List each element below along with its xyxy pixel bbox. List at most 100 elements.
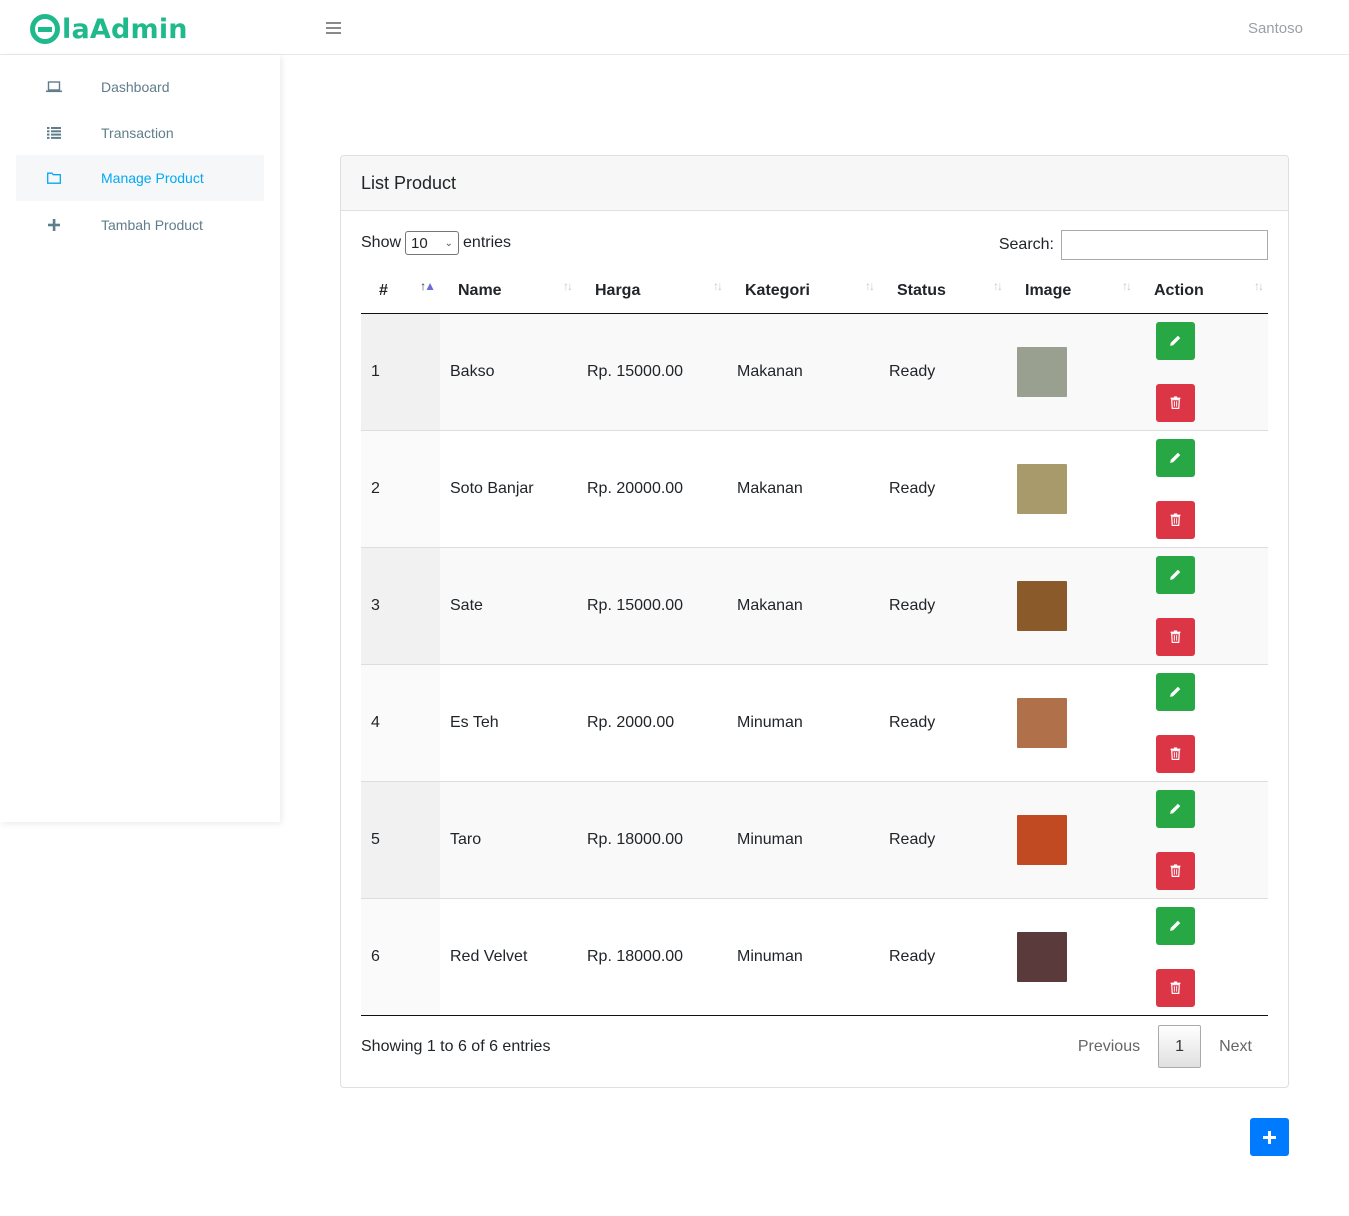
page-length-select[interactable]: 10 ⌄ — [405, 231, 460, 255]
delete-button[interactable] — [1156, 500, 1195, 539]
laptop-icon — [46, 80, 62, 94]
trash-icon — [1169, 981, 1182, 994]
product-table: # ↑▲ Name ↑↓ Harga ↑↓ Kategori ↑↓ Status ↑↓ I… — [361, 269, 1268, 1016]
column-header-kategori[interactable]: Kategori ↑↓ — [727, 269, 879, 314]
sidebar-item-tambah-product[interactable]: Tambah Product — [16, 202, 264, 248]
column-header-harga[interactable]: Harga ↑↓ — [577, 269, 727, 314]
column-header-number[interactable]: # ↑▲ — [361, 269, 440, 314]
product-status: Ready — [879, 781, 1007, 898]
table-row: 3 Sate Rp. 15000.00 Makanan Ready — [361, 547, 1268, 664]
show-label: Show — [361, 234, 402, 251]
product-category: Makanan — [727, 313, 879, 430]
ela-admin-logo[interactable]: laAdmin — [30, 12, 188, 46]
product-price: Rp. 15000.00 — [577, 313, 727, 430]
product-image — [1017, 697, 1067, 748]
list-icon — [46, 126, 62, 140]
logo-suffix: Admin — [89, 13, 188, 45]
sort-icon: ↑↓ — [1254, 279, 1264, 293]
product-image — [1017, 931, 1067, 982]
sidebar: Dashboard Transaction Manage Product Tam… — [0, 55, 280, 822]
previous-page-button[interactable]: Previous — [1062, 1038, 1156, 1056]
user-name[interactable]: Santoso — [1248, 20, 1303, 37]
product-image — [1017, 463, 1067, 514]
column-header-image[interactable]: Image ↑↓ — [1007, 269, 1136, 314]
trash-icon — [1169, 513, 1182, 526]
sidebar-item-manage-product[interactable]: Manage Product — [16, 155, 264, 201]
delete-button[interactable] — [1156, 383, 1195, 422]
row-number: 6 — [361, 898, 440, 1015]
sidebar-item-label: Dashboard — [101, 79, 170, 95]
product-image — [1017, 580, 1067, 631]
edit-button[interactable] — [1156, 321, 1195, 360]
sidebar-item-label: Tambah Product — [101, 217, 203, 233]
logo-prefix: la — [62, 13, 90, 45]
pencil-icon — [1169, 568, 1182, 581]
product-name: Taro — [440, 781, 577, 898]
sort-icon: ↑↓ — [1122, 279, 1132, 293]
sidebar-item-dashboard[interactable]: Dashboard — [16, 64, 264, 110]
pagination: Previous 1 Next — [1062, 1025, 1268, 1068]
sort-icon: ↑↓ — [563, 279, 573, 293]
hamburger-menu-icon[interactable] — [326, 22, 341, 35]
next-page-button[interactable]: Next — [1203, 1038, 1268, 1056]
table-row: 1 Bakso Rp. 15000.00 Makanan Ready — [361, 313, 1268, 430]
plus-icon — [1263, 1130, 1276, 1144]
table-row: 6 Red Velvet Rp. 18000.00 Minuman Ready — [361, 898, 1268, 1015]
sidebar-item-label: Transaction — [101, 125, 174, 141]
table-row: 4 Es Teh Rp. 2000.00 Minuman Ready — [361, 664, 1268, 781]
datatable-info: Showing 1 to 6 of 6 entries — [361, 1038, 551, 1055]
delete-button[interactable] — [1156, 851, 1195, 890]
folder-icon — [46, 171, 62, 185]
pencil-icon — [1169, 919, 1182, 932]
product-name: Soto Banjar — [450, 479, 534, 497]
product-name: Es Teh — [450, 713, 499, 731]
product-image — [1017, 346, 1067, 397]
edit-button[interactable] — [1156, 672, 1195, 711]
edit-button[interactable] — [1156, 438, 1195, 477]
column-header-status[interactable]: Status ↑↓ — [879, 269, 1007, 314]
top-navbar: laAdmin Santoso — [0, 0, 1349, 55]
row-number: 2 — [361, 430, 440, 547]
product-name: Red Velvet — [450, 947, 528, 965]
product-category: Minuman — [737, 947, 803, 965]
trash-icon — [1169, 864, 1182, 877]
product-status: Ready — [889, 713, 936, 731]
datatable-search: Search: — [999, 230, 1268, 260]
delete-button[interactable] — [1156, 968, 1195, 1007]
product-status: Ready — [889, 947, 936, 965]
column-header-action[interactable]: Action ↑↓ — [1136, 269, 1268, 314]
sidebar-item-label: Manage Product — [101, 170, 204, 186]
row-number: 5 — [361, 781, 440, 898]
row-number: 3 — [361, 547, 440, 664]
product-list-card: List Product Show 10 ⌄ entries Search: #… — [340, 155, 1289, 1088]
edit-button[interactable] — [1156, 555, 1195, 594]
product-price: Rp. 15000.00 — [577, 547, 727, 664]
column-header-name[interactable]: Name ↑↓ — [440, 269, 577, 314]
sort-icon: ↑↓ — [865, 279, 875, 293]
edit-button[interactable] — [1156, 789, 1195, 828]
table-row: 2 Soto Banjar Rp. 20000.00 Makanan Ready — [361, 430, 1268, 547]
product-category: Minuman — [737, 713, 803, 731]
product-image — [1017, 814, 1067, 865]
delete-button[interactable] — [1156, 617, 1195, 656]
sidebar-item-transaction[interactable]: Transaction — [16, 110, 264, 156]
sort-icon: ↑↓ — [713, 279, 723, 293]
delete-button[interactable] — [1156, 734, 1195, 773]
page-1-button[interactable]: 1 — [1158, 1025, 1202, 1068]
product-price: Rp. 20000.00 — [587, 479, 684, 497]
page-length-value: 10 — [411, 234, 428, 252]
product-name: Bakso — [440, 313, 577, 430]
edit-button[interactable] — [1156, 906, 1195, 945]
product-status: Ready — [879, 547, 1007, 664]
search-input[interactable] — [1061, 230, 1268, 260]
sort-icon: ↑↓ — [993, 279, 1003, 293]
pencil-icon — [1169, 685, 1182, 698]
product-price: Rp. 18000.00 — [587, 947, 684, 965]
search-label: Search: — [998, 236, 1054, 253]
product-category: Makanan — [737, 479, 803, 497]
logo-e-mark — [30, 14, 60, 44]
datatable-length: Show 10 ⌄ entries — [361, 231, 511, 255]
add-product-button[interactable] — [1250, 1118, 1289, 1156]
trash-icon — [1169, 630, 1182, 643]
row-number: 4 — [361, 664, 440, 781]
